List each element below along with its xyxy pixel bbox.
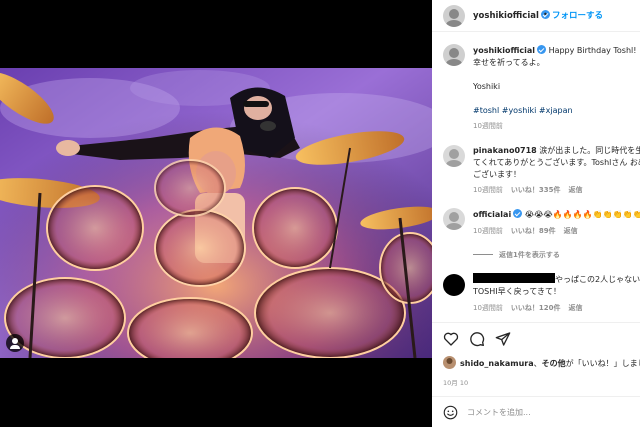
comment-line: 😭😭😭🔥🔥🔥🔥👏👏👏👏👏 bbox=[524, 210, 640, 219]
liker-avatar[interactable] bbox=[443, 356, 456, 369]
caption-username[interactable]: yoshikiofficial bbox=[473, 46, 535, 55]
post-date: 10月 10 bbox=[443, 379, 469, 387]
comment-time: 10週間前 bbox=[473, 186, 503, 194]
caption-time: 10週間前 bbox=[473, 122, 503, 130]
reply-button[interactable]: 返信 bbox=[569, 304, 583, 312]
post-photo[interactable] bbox=[0, 68, 432, 358]
replies-line bbox=[473, 254, 493, 255]
verified-badge-icon bbox=[537, 45, 547, 54]
comment-username[interactable]: officialai bbox=[473, 210, 511, 219]
emoji-icon[interactable] bbox=[443, 405, 458, 420]
comment-likes[interactable]: いいね！335件 bbox=[511, 186, 561, 194]
separator-dot: • bbox=[543, 10, 548, 19]
comment-username[interactable]: pinakano0718 bbox=[473, 146, 537, 155]
author-avatar[interactable] bbox=[443, 5, 465, 27]
post-side-panel: yoshikiofficial • フォローする yoshikiofficial… bbox=[432, 0, 640, 427]
heart-icon[interactable] bbox=[443, 331, 459, 347]
post-actions bbox=[432, 322, 640, 354]
reply-button[interactable]: 返信 bbox=[569, 186, 583, 194]
comment-meta: 10週間前 いいね！120件 返信 bbox=[473, 303, 591, 313]
comment-meta: 10週間前 いいね！89件 返信 bbox=[473, 226, 586, 236]
comment-line: やっぱこの2人じゃないとダメ bbox=[555, 275, 640, 284]
comment-likes[interactable]: いいね！89件 bbox=[511, 227, 556, 235]
comment-likes[interactable]: いいね！120件 bbox=[511, 304, 561, 312]
comment-time: 10週間前 bbox=[473, 304, 503, 312]
likes-text: shido_nakamura、その他が「いいね！」しました bbox=[460, 358, 640, 369]
caption-avatar[interactable] bbox=[443, 44, 465, 66]
comment-line: TOSHI早く戻ってきて！ bbox=[473, 287, 561, 296]
follow-button[interactable]: フォローする bbox=[552, 9, 603, 21]
author-username[interactable]: yoshikiofficial bbox=[473, 10, 550, 21]
commenter-avatar[interactable] bbox=[443, 145, 465, 167]
caption-text: yoshikiofficial Happy Birthday Toshl! 幸せ… bbox=[473, 45, 640, 132]
likes-separator: 、 bbox=[533, 359, 542, 368]
commenter-avatar[interactable] bbox=[443, 208, 465, 230]
redacted-username bbox=[473, 273, 555, 283]
comment-line: ございます！ bbox=[473, 170, 521, 179]
comment-body: pinakano0718 涙が出ました。同じ時代を生き てくれてありがとうござい… bbox=[473, 145, 640, 181]
comment-input[interactable] bbox=[467, 406, 627, 419]
comment-meta: 10週間前 いいね！335件 返信 bbox=[473, 185, 591, 195]
photo-viewer bbox=[0, 0, 432, 427]
comment-icon[interactable] bbox=[469, 331, 485, 347]
comment-line: てくれてありがとうございます。Toshlさん おめでと bbox=[473, 158, 640, 167]
comment-body: やっぱこの2人じゃないとダメ TOSHI早く戻ってきて！ bbox=[473, 273, 640, 298]
view-replies-button[interactable]: 返信1件を表示する bbox=[473, 250, 560, 260]
commenter-avatar[interactable] bbox=[443, 274, 465, 296]
likes-summary: shido_nakamura、その他が「いいね！」しました bbox=[432, 356, 640, 372]
verified-badge-icon bbox=[513, 209, 523, 218]
concert-photo-drawing bbox=[0, 68, 432, 358]
caption-hashtags[interactable]: #toshl #yoshiki #xjapan bbox=[473, 105, 640, 117]
caption-signature: Yoshiki bbox=[473, 82, 501, 91]
reply-button[interactable]: 返信 bbox=[564, 227, 578, 235]
comment-body: officialai 😭😭😭🔥🔥🔥🔥👏👏👏👏👏 bbox=[473, 209, 640, 221]
likes-suffix: が「いいね！」しました bbox=[565, 359, 640, 368]
comment-line: 涙が出ました。同じ時代を生き bbox=[539, 146, 640, 155]
comment-time: 10週間前 bbox=[473, 227, 503, 235]
likes-others-link[interactable]: その他 bbox=[542, 359, 566, 368]
user-tag-icon[interactable] bbox=[6, 334, 24, 352]
add-comment-bar bbox=[432, 396, 640, 427]
liker-username[interactable]: shido_nakamura bbox=[460, 359, 534, 368]
post-header: yoshikiofficial • フォローする bbox=[432, 0, 640, 32]
caption-greeting: Happy Birthday Toshl! bbox=[548, 46, 637, 55]
share-icon[interactable] bbox=[495, 331, 511, 347]
caption-line2: 幸せを祈ってるよ。 bbox=[473, 58, 545, 67]
